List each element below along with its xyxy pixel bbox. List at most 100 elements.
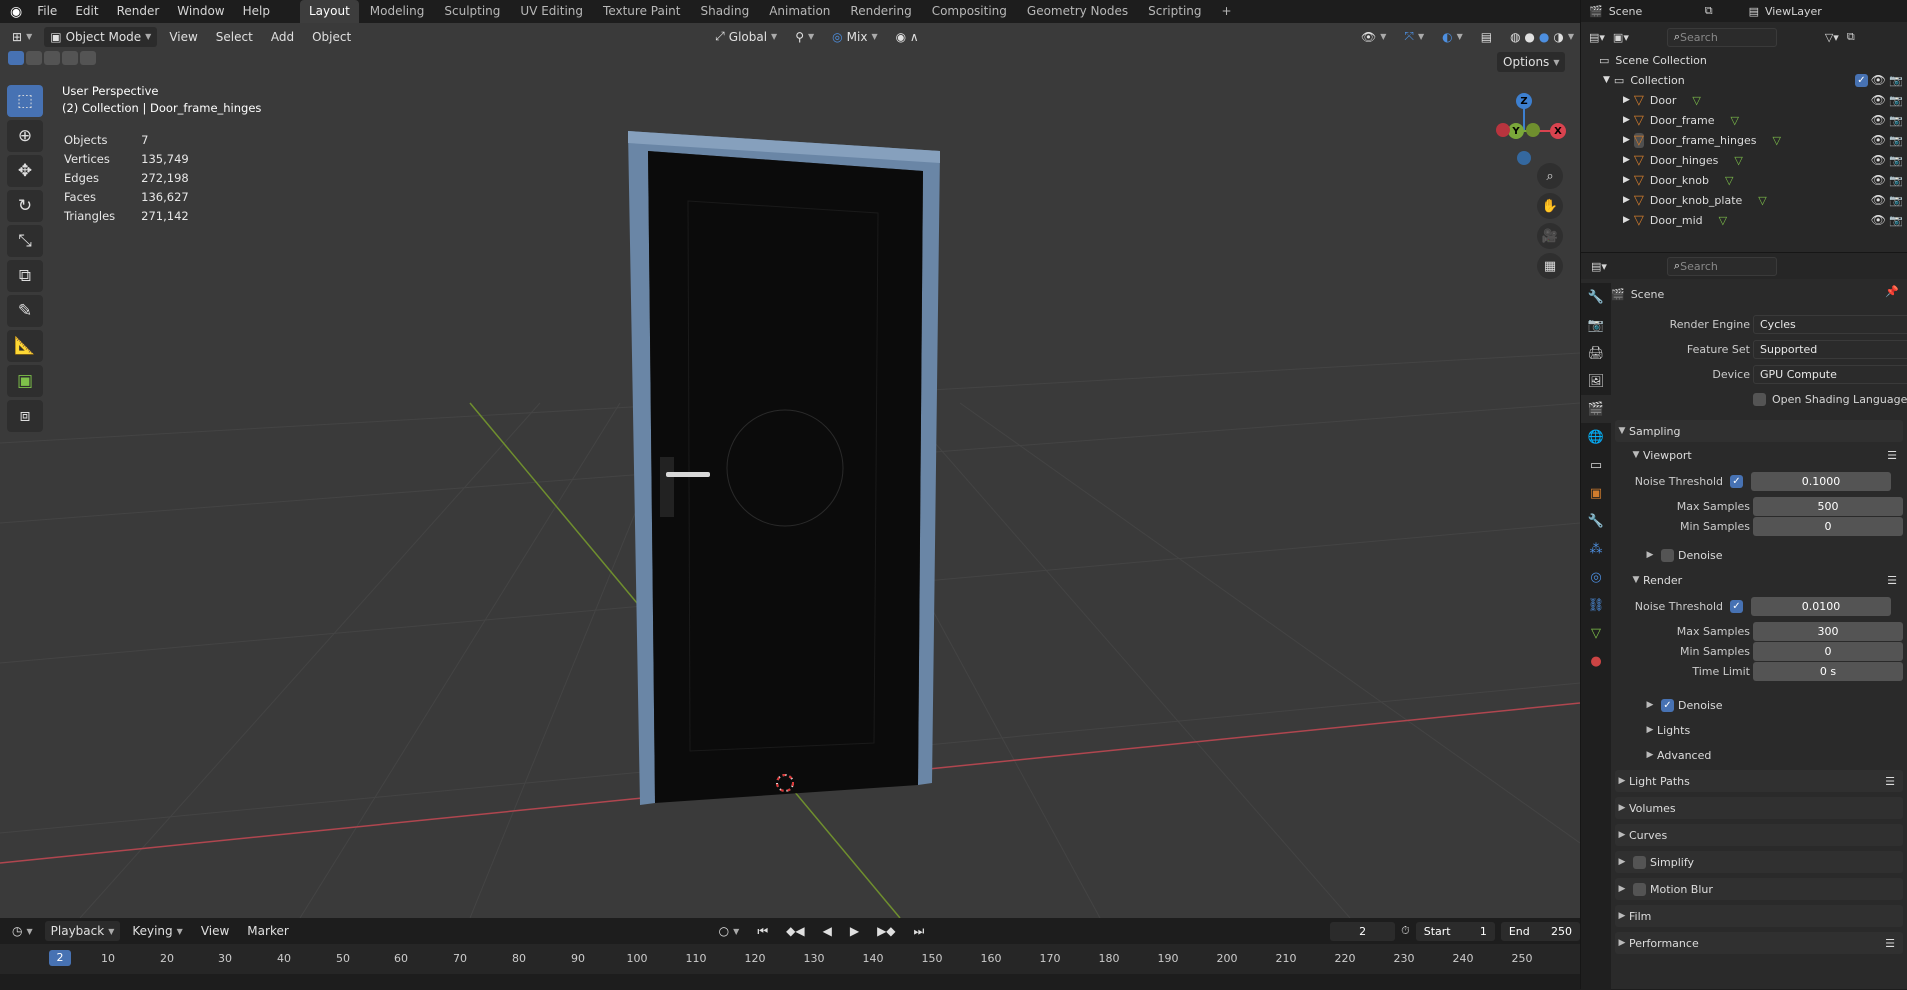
annotate-tool-icon[interactable]: ✎ [7, 295, 43, 327]
output-tab-icon[interactable]: 🖨 [1581, 339, 1611, 367]
r-max-field[interactable]: 300 [1753, 621, 1903, 641]
select-new-icon[interactable] [8, 51, 24, 65]
collection-row[interactable]: ▼ ▭ Collection ✓ 👁 📷 [1581, 70, 1907, 90]
gizmo-z-icon[interactable]: Z [1516, 93, 1532, 109]
lights-subpanel[interactable]: ▶ Lights [1643, 720, 1907, 740]
xray-icon[interactable]: ▤ [1475, 27, 1498, 47]
r-min-field[interactable]: 0 [1753, 641, 1903, 661]
gizmo-neg-x-icon[interactable] [1496, 123, 1510, 137]
add-object-tool-icon[interactable]: ⧈ [7, 400, 43, 432]
render-engine-dropdown[interactable]: Cycles [1753, 314, 1907, 334]
r-denoise-subpanel[interactable]: ▶ ✓ Denoise [1643, 695, 1907, 715]
view-layer-tab-icon[interactable]: 🖼 [1581, 367, 1611, 395]
scale-tool-icon[interactable]: ⤡ [7, 225, 43, 257]
render-subpanel-header[interactable]: ▼ Render ☰ [1629, 570, 1899, 590]
vp-noise-field[interactable]: 0.1000 [1751, 471, 1891, 491]
mesh-data-icon[interactable]: ▽ [1719, 214, 1727, 227]
gizmo-neg-y-icon[interactable] [1526, 123, 1540, 137]
tab-animation[interactable]: Animation [760, 0, 839, 23]
menu-edit[interactable]: Edit [66, 0, 107, 23]
menu-object[interactable]: Object [306, 27, 357, 47]
select-subtract-icon[interactable] [44, 51, 60, 65]
tab-shading[interactable]: Shading [691, 0, 758, 23]
gizmo-toggle-icon[interactable]: ⤧ ▼ [1398, 27, 1430, 47]
curves-panel[interactable]: ▶ Curves [1615, 824, 1903, 846]
camera-icon[interactable]: 📷 [1889, 194, 1903, 207]
play-icon[interactable]: ▶ [844, 921, 865, 941]
tab-rendering[interactable]: Rendering [841, 0, 920, 23]
tab-uv-editing[interactable]: UV Editing [511, 0, 592, 23]
mesh-data-icon[interactable]: ▽ [1734, 154, 1742, 167]
list-icon[interactable]: ☰ [1887, 449, 1897, 462]
device-dropdown[interactable]: GPU Compute [1753, 364, 1907, 384]
zoom-icon[interactable]: ⌕ [1537, 163, 1563, 189]
autokey-record-icon[interactable]: ○ ▼ [713, 921, 746, 941]
expand-icon[interactable]: ▶ [1623, 135, 1630, 145]
expand-icon[interactable]: ▶ [1623, 215, 1630, 225]
object-tab-icon[interactable]: ▣ [1581, 479, 1611, 507]
current-frame-field[interactable]: 2 [1330, 921, 1396, 941]
exclude-checkbox[interactable]: ✓ [1855, 73, 1868, 87]
menu-help[interactable]: Help [234, 0, 279, 23]
constraints-tab-icon[interactable]: ⛓ [1581, 591, 1611, 619]
vp-max-field[interactable]: 500 [1753, 496, 1903, 516]
keying-menu[interactable]: Keying ▼ [126, 921, 188, 941]
outliner-object-row[interactable]: ▶ ▽ Door_mid ▽ 👁 📷 [1581, 210, 1907, 230]
tab-modeling[interactable]: Modeling [361, 0, 434, 23]
tool-tab-icon[interactable]: 🔧 [1581, 283, 1611, 311]
list-icon[interactable]: ☰ [1885, 775, 1895, 788]
pan-hand-icon[interactable]: ✋ [1537, 193, 1563, 219]
marker-menu[interactable]: Marker [241, 921, 294, 941]
outliner-object-row[interactable]: ▶ ▽ Door ▽ 👁 📷 [1581, 90, 1907, 110]
view-layer-name[interactable]: ViewLayer [1765, 5, 1822, 18]
eye-icon[interactable]: 👁 [1871, 193, 1886, 207]
end-frame-field[interactable]: End 250 [1500, 921, 1580, 941]
film-panel[interactable]: ▶ Film [1615, 905, 1903, 927]
pivot-dropdown[interactable]: ⚲ ▼ [789, 27, 820, 47]
camera-view-icon[interactable]: 🎥 [1537, 223, 1563, 249]
blender-logo-icon[interactable]: ◉ [4, 4, 28, 20]
mode-dropdown[interactable]: ▣ Object Mode ▼ [44, 26, 158, 47]
viewport-subpanel-header[interactable]: ▼ Viewport ☰ [1629, 445, 1899, 465]
filter-icon-left[interactable]: ▣▾ [1613, 31, 1629, 44]
mesh-data-icon[interactable]: ▽ [1692, 94, 1700, 107]
list-icon[interactable]: ☰ [1885, 937, 1895, 950]
display-mode-icon[interactable]: ▤▾ [1589, 31, 1605, 44]
r-denoise-checkbox[interactable]: ✓ [1661, 698, 1674, 712]
move-tool-icon[interactable]: ✥ [7, 155, 43, 187]
menu-render[interactable]: Render [108, 0, 169, 23]
prev-keyframe-icon[interactable]: ◆◀ [780, 921, 810, 941]
eye-icon[interactable]: 👁 [1871, 153, 1886, 167]
add-cube-tool-icon[interactable]: ▣ [7, 365, 43, 397]
advanced-subpanel[interactable]: ▶ Advanced [1643, 745, 1907, 765]
particles-tab-icon[interactable]: ⁂ [1581, 535, 1611, 563]
timeline-ruler[interactable]: 10 20 30 40 50 60 70 80 90 100 110 120 1… [0, 944, 1580, 974]
outliner-search-input[interactable]: ⌕ Search [1666, 27, 1777, 47]
eye-icon[interactable]: 👁 [1871, 73, 1886, 87]
menu-add[interactable]: Add [265, 27, 300, 47]
r-noise-checkbox[interactable]: ✓ [1730, 599, 1743, 613]
3d-viewport[interactable]: ⊞ ▼ ▣ Object Mode ▼ View Select Add Object … [0, 23, 1580, 918]
select-box-tool-icon[interactable]: ⬚ [7, 85, 43, 117]
proportional-edit-icon[interactable]: ◉ ∧ [890, 27, 925, 47]
playback-menu[interactable]: Playback ▼ [44, 921, 121, 941]
outliner-object-row[interactable]: ▶ ▽ Door_knob_plate ▽ 👁 📷 [1581, 190, 1907, 210]
camera-icon[interactable]: 📷 [1889, 134, 1903, 147]
outliner-object-row[interactable]: ▶ ▽ Door_frame_hinges ▽ 👁 📷 [1581, 130, 1907, 150]
play-reverse-icon[interactable]: ◀ [817, 921, 838, 941]
add-workspace-button[interactable]: + [1213, 0, 1241, 23]
expand-icon[interactable]: ▶ [1623, 155, 1630, 165]
cursor-tool-icon[interactable]: ⊕ [7, 120, 43, 152]
measure-tool-icon[interactable]: 📐 [7, 330, 43, 362]
gizmo-x-icon[interactable]: X [1550, 123, 1566, 139]
properties-search-input[interactable]: ⌕ Search [1666, 256, 1777, 276]
camera-icon[interactable]: 📷 [1889, 114, 1903, 127]
outliner-object-row[interactable]: ▶ ▽ Door_frame ▽ 👁 📷 [1581, 110, 1907, 130]
editor-type-icon[interactable]: ▤▾ [1591, 260, 1607, 273]
menu-view[interactable]: View [163, 27, 203, 47]
data-tab-icon[interactable]: ▽ [1581, 619, 1611, 647]
copy-scene-icon[interactable]: ⧉ [1705, 4, 1713, 18]
modifier-tab-icon[interactable]: 🔧 [1581, 507, 1611, 535]
shading-modes[interactable]: ◍ ● ● ◑ ▼ [1504, 27, 1580, 47]
transform-orientation-dropdown[interactable]: ⤢ Global ▼ [709, 27, 783, 47]
